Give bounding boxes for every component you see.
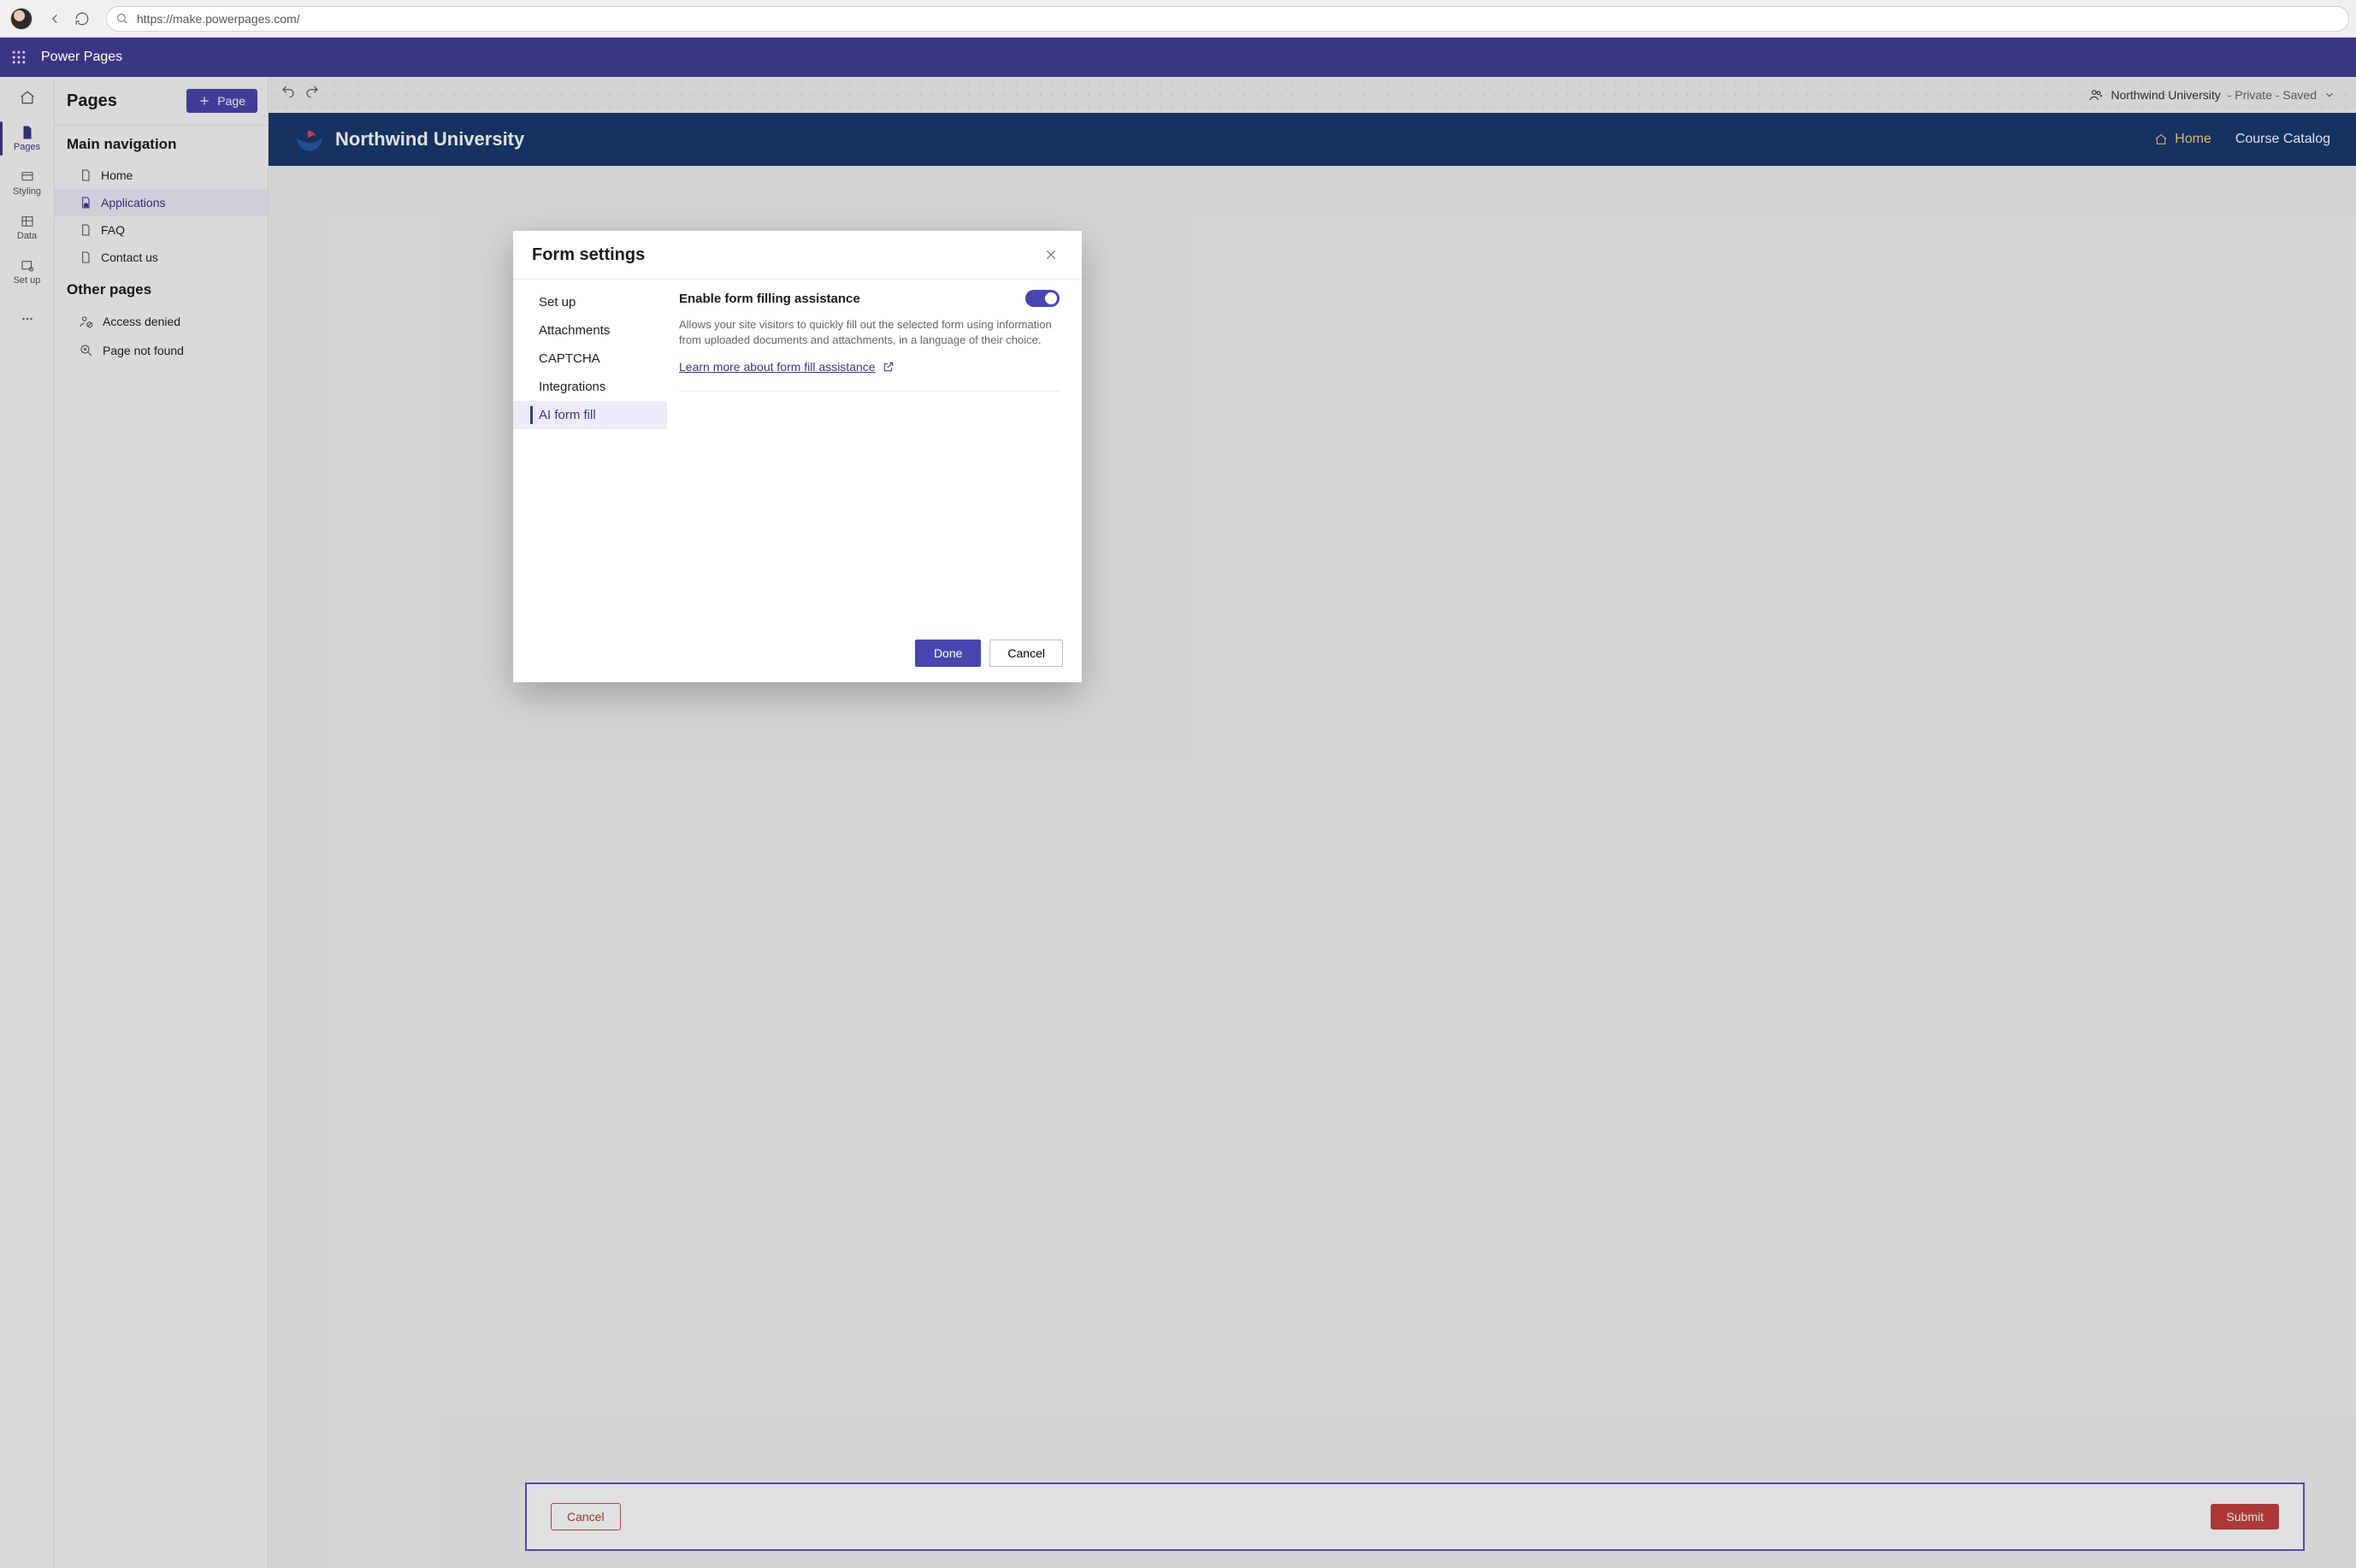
- browser-chrome: https://make.powerpages.com/: [0, 0, 2356, 38]
- form-settings-modal: Form settings Set up Attachments CAPTCHA…: [513, 231, 1082, 682]
- modal-nav-integrations[interactable]: Integrations: [513, 373, 667, 401]
- modal-nav-captcha[interactable]: CAPTCHA: [513, 345, 667, 373]
- modal-title: Form settings: [532, 245, 645, 265]
- cancel-button[interactable]: Cancel: [989, 640, 1063, 667]
- workspace: Pages Styling Data Set up Pages Page Mai…: [0, 77, 2356, 1568]
- profile-avatar[interactable]: [10, 8, 32, 30]
- refresh-button[interactable]: [68, 5, 96, 32]
- external-link-icon: [883, 361, 895, 373]
- app-launcher-icon[interactable]: [10, 49, 27, 66]
- learn-more-link[interactable]: Learn more about form fill assistance: [679, 360, 895, 374]
- arrow-left-icon: [47, 11, 62, 27]
- modal-nav: Set up Attachments CAPTCHA Integrations …: [513, 280, 667, 629]
- setting-title: Enable form filling assistance: [679, 292, 860, 306]
- address-url: https://make.powerpages.com/: [137, 12, 300, 26]
- app-header: Power Pages: [0, 38, 2356, 77]
- modal-close-button[interactable]: [1039, 243, 1063, 267]
- learn-more-label: Learn more about form fill assistance: [679, 360, 876, 374]
- modal-footer: Done Cancel: [513, 629, 1082, 682]
- scrim-overlay: [0, 77, 2356, 1568]
- refresh-icon: [74, 11, 90, 27]
- setting-description: Allows your site visitors to quickly fil…: [679, 317, 1060, 348]
- modal-header: Form settings: [513, 231, 1082, 280]
- modal-nav-ai-form-fill[interactable]: AI form fill: [513, 401, 667, 429]
- modal-nav-attachments[interactable]: Attachments: [513, 316, 667, 345]
- app-title[interactable]: Power Pages: [41, 50, 122, 65]
- address-bar[interactable]: https://make.powerpages.com/: [106, 6, 2349, 32]
- done-button[interactable]: Done: [915, 640, 981, 667]
- back-button[interactable]: [41, 5, 68, 32]
- modal-content: Enable form filling assistance Allows yo…: [667, 280, 1082, 629]
- search-icon: [115, 12, 128, 25]
- close-icon: [1044, 248, 1058, 262]
- enable-assistance-toggle[interactable]: [1025, 290, 1060, 307]
- modal-nav-setup[interactable]: Set up: [513, 288, 667, 316]
